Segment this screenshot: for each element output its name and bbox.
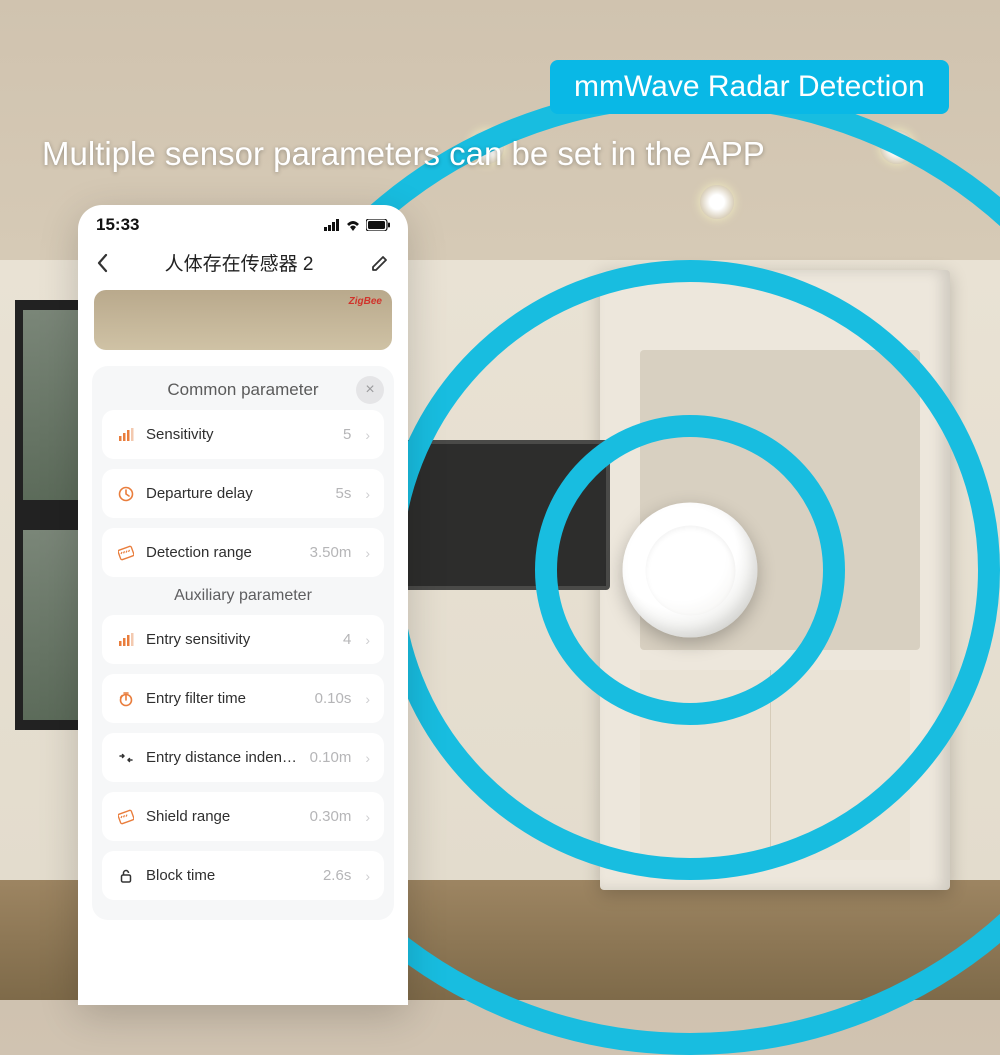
chevron-right-icon: › bbox=[365, 545, 370, 561]
sensor-device bbox=[623, 503, 758, 638]
arrows-icon bbox=[116, 750, 136, 766]
wifi-icon bbox=[345, 219, 361, 231]
row-entry-sensitivity[interactable]: Entry sensitivity 4 › bbox=[102, 615, 384, 664]
back-icon[interactable] bbox=[96, 253, 108, 273]
card-title-auxiliary: Auxiliary parameter bbox=[102, 587, 384, 605]
edit-icon[interactable] bbox=[370, 253, 390, 273]
app-title: 人体存在传感器 2 bbox=[165, 249, 314, 276]
close-icon: × bbox=[365, 382, 374, 398]
row-value: 0.10m bbox=[310, 749, 352, 766]
headline: Multiple sensor parameters can be set in… bbox=[42, 135, 765, 173]
app-navbar: 人体存在传感器 2 bbox=[78, 239, 408, 290]
card-title-common: Common parameter bbox=[167, 380, 318, 400]
row-entry-filter-time[interactable]: Entry filter time 0.10s › bbox=[102, 674, 384, 723]
row-label: Departure delay bbox=[146, 485, 325, 502]
row-block-time[interactable]: Block time 2.6s › bbox=[102, 851, 384, 900]
row-entry-distance-indentation[interactable]: Entry distance indentatio 0.10m › bbox=[102, 733, 384, 782]
row-value: 3.50m bbox=[310, 544, 352, 561]
chevron-right-icon: › bbox=[365, 809, 370, 825]
row-detection-range[interactable]: Detection range 3.50m › bbox=[102, 528, 384, 577]
row-label: Detection range bbox=[146, 544, 300, 561]
row-value: 5s bbox=[335, 485, 351, 502]
battery-icon bbox=[366, 219, 390, 231]
chevron-right-icon: › bbox=[365, 868, 370, 884]
chevron-right-icon: › bbox=[365, 691, 370, 707]
status-bar: 15:33 bbox=[78, 205, 408, 239]
row-label: Sensitivity bbox=[146, 426, 333, 443]
chevron-right-icon: › bbox=[365, 750, 370, 766]
row-value: 0.30m bbox=[310, 808, 352, 825]
timer-icon bbox=[116, 691, 136, 707]
row-value: 2.6s bbox=[323, 867, 351, 884]
row-label: Shield range bbox=[146, 808, 300, 825]
clock-icon bbox=[116, 486, 136, 502]
status-icons bbox=[324, 219, 390, 231]
row-departure-delay[interactable]: Departure delay 5s › bbox=[102, 469, 384, 518]
signal-icon bbox=[324, 219, 340, 231]
row-label: Entry filter time bbox=[146, 690, 305, 707]
close-button[interactable]: × bbox=[356, 376, 384, 404]
status-time: 15:33 bbox=[96, 215, 139, 235]
row-label: Entry sensitivity bbox=[146, 631, 333, 648]
row-label: Block time bbox=[146, 867, 313, 884]
row-sensitivity[interactable]: Sensitivity 5 › bbox=[102, 410, 384, 459]
zigbee-badge: ZigBee bbox=[349, 296, 382, 307]
chevron-right-icon: › bbox=[365, 486, 370, 502]
bars-icon bbox=[116, 632, 136, 648]
feature-badge: mmWave Radar Detection bbox=[550, 60, 949, 114]
phone-mockup: 15:33 人体存在传感器 2 ZigBee Common parameter … bbox=[78, 205, 408, 1005]
lock-icon bbox=[116, 868, 136, 884]
bars-icon bbox=[116, 427, 136, 443]
row-label: Entry distance indentatio bbox=[146, 749, 300, 766]
parameter-sheet: Common parameter × Sensitivity 5 › Depar… bbox=[92, 366, 394, 920]
device-hero-image: ZigBee bbox=[94, 290, 392, 350]
card-header: Common parameter × bbox=[102, 380, 384, 400]
row-value: 5 bbox=[343, 426, 351, 443]
row-value: 4 bbox=[343, 631, 351, 648]
ruler-icon bbox=[116, 545, 136, 561]
shield-icon bbox=[116, 809, 136, 825]
row-value: 0.10s bbox=[315, 690, 352, 707]
chevron-right-icon: › bbox=[365, 632, 370, 648]
chevron-right-icon: › bbox=[365, 427, 370, 443]
row-shield-range[interactable]: Shield range 0.30m › bbox=[102, 792, 384, 841]
